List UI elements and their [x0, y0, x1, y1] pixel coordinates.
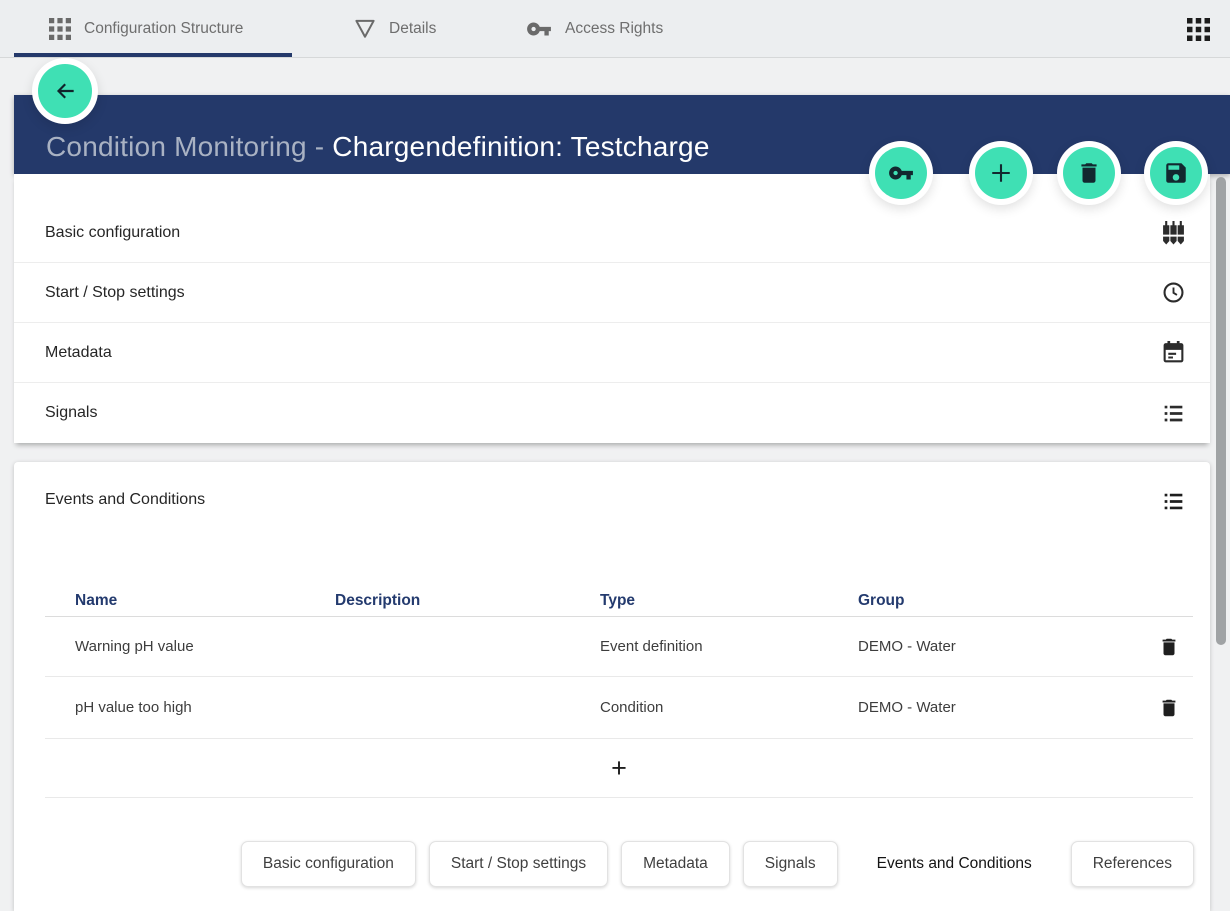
list-icon	[1161, 490, 1186, 513]
section-basic-configuration[interactable]: Basic configuration	[14, 203, 1210, 263]
section-nav-footer: Basic configuration Start / Stop setting…	[241, 841, 1194, 887]
column-header-group: Group	[858, 592, 1145, 610]
cell-type: Event definition	[600, 638, 858, 655]
active-tab-underline	[14, 53, 292, 57]
save-button[interactable]	[1150, 147, 1202, 199]
delete-button[interactable]	[1063, 147, 1115, 199]
page-title-separator: -	[307, 131, 332, 162]
vertical-scrollbar[interactable]	[1216, 177, 1226, 645]
filter-icon	[354, 19, 376, 39]
cell-name: Warning pH value	[75, 638, 335, 655]
save-icon	[1163, 160, 1189, 186]
cell-name: pH value too high	[75, 699, 335, 716]
key-icon	[526, 16, 552, 42]
add-button[interactable]	[975, 147, 1027, 199]
add-row-button[interactable]: +	[45, 739, 1193, 798]
trash-icon	[1158, 697, 1180, 719]
calendar-icon	[1161, 341, 1186, 365]
arrow-left-icon	[52, 78, 78, 104]
section-metadata[interactable]: Metadata	[14, 323, 1210, 383]
cell-type: Condition	[600, 699, 858, 716]
back-button[interactable]	[38, 64, 92, 118]
trash-icon	[1158, 636, 1180, 658]
tab-label: Configuration Structure	[84, 20, 243, 38]
list-icon	[1161, 402, 1186, 425]
events-table: Name Description Type Group Warning pH v…	[45, 586, 1193, 798]
tab-details[interactable]: Details	[354, 0, 436, 57]
configuration-sections-card: Basic configuration Start / Stop setting…	[14, 174, 1210, 443]
apps-grid-icon[interactable]	[1187, 18, 1210, 41]
grid-icon	[49, 18, 71, 40]
table-row[interactable]: pH value too high Condition DEMO - Water	[45, 677, 1193, 739]
section-label: Basic configuration	[45, 224, 180, 242]
page-title-object: Chargendefinition: Testcharge	[332, 131, 709, 162]
page-header: Condition Monitoring - Chargendefinition…	[14, 95, 1230, 174]
events-section-title: Events and Conditions	[45, 491, 205, 509]
clock-icon	[1161, 280, 1186, 305]
section-signals[interactable]: Signals	[14, 383, 1210, 443]
plus-icon	[987, 159, 1015, 187]
page-title: Condition Monitoring - Chargendefinition…	[46, 131, 710, 163]
section-label: Start / Stop settings	[45, 284, 185, 302]
cell-group: DEMO - Water	[858, 699, 1145, 716]
trash-icon	[1076, 160, 1102, 186]
section-label: Signals	[45, 404, 97, 422]
events-and-conditions-card: Events and Conditions Name Description T…	[14, 462, 1210, 911]
key-icon	[888, 160, 914, 186]
section-start-stop-settings[interactable]: Start / Stop settings	[14, 263, 1210, 323]
column-header-description: Description	[335, 592, 600, 610]
footer-button-start-stop-settings[interactable]: Start / Stop settings	[429, 841, 608, 887]
access-rights-button[interactable]	[875, 147, 927, 199]
tab-access-rights[interactable]: Access Rights	[526, 0, 663, 57]
row-delete-button[interactable]	[1154, 693, 1184, 723]
tab-configuration-structure[interactable]: Configuration Structure	[49, 0, 243, 57]
tab-label: Details	[389, 20, 436, 38]
row-delete-button[interactable]	[1154, 632, 1184, 662]
footer-button-metadata[interactable]: Metadata	[621, 841, 730, 887]
footer-button-references[interactable]: References	[1071, 841, 1194, 887]
footer-button-events-and-conditions[interactable]: Events and Conditions	[851, 841, 1058, 887]
section-label: Metadata	[45, 344, 112, 362]
page-title-context: Condition Monitoring	[46, 131, 307, 162]
column-header-type: Type	[600, 592, 858, 610]
cell-group: DEMO - Water	[858, 638, 1145, 655]
events-table-header: Name Description Type Group	[45, 586, 1193, 617]
footer-button-basic-configuration[interactable]: Basic configuration	[241, 841, 416, 887]
tab-label: Access Rights	[565, 20, 663, 38]
top-tab-bar: Configuration Structure Details Access R…	[0, 0, 1230, 58]
footer-button-signals[interactable]: Signals	[743, 841, 838, 887]
sliders-icon	[1161, 221, 1186, 245]
table-row[interactable]: Warning pH value Event definition DEMO -…	[45, 617, 1193, 677]
column-header-name: Name	[75, 592, 335, 610]
plus-icon: +	[611, 755, 627, 782]
